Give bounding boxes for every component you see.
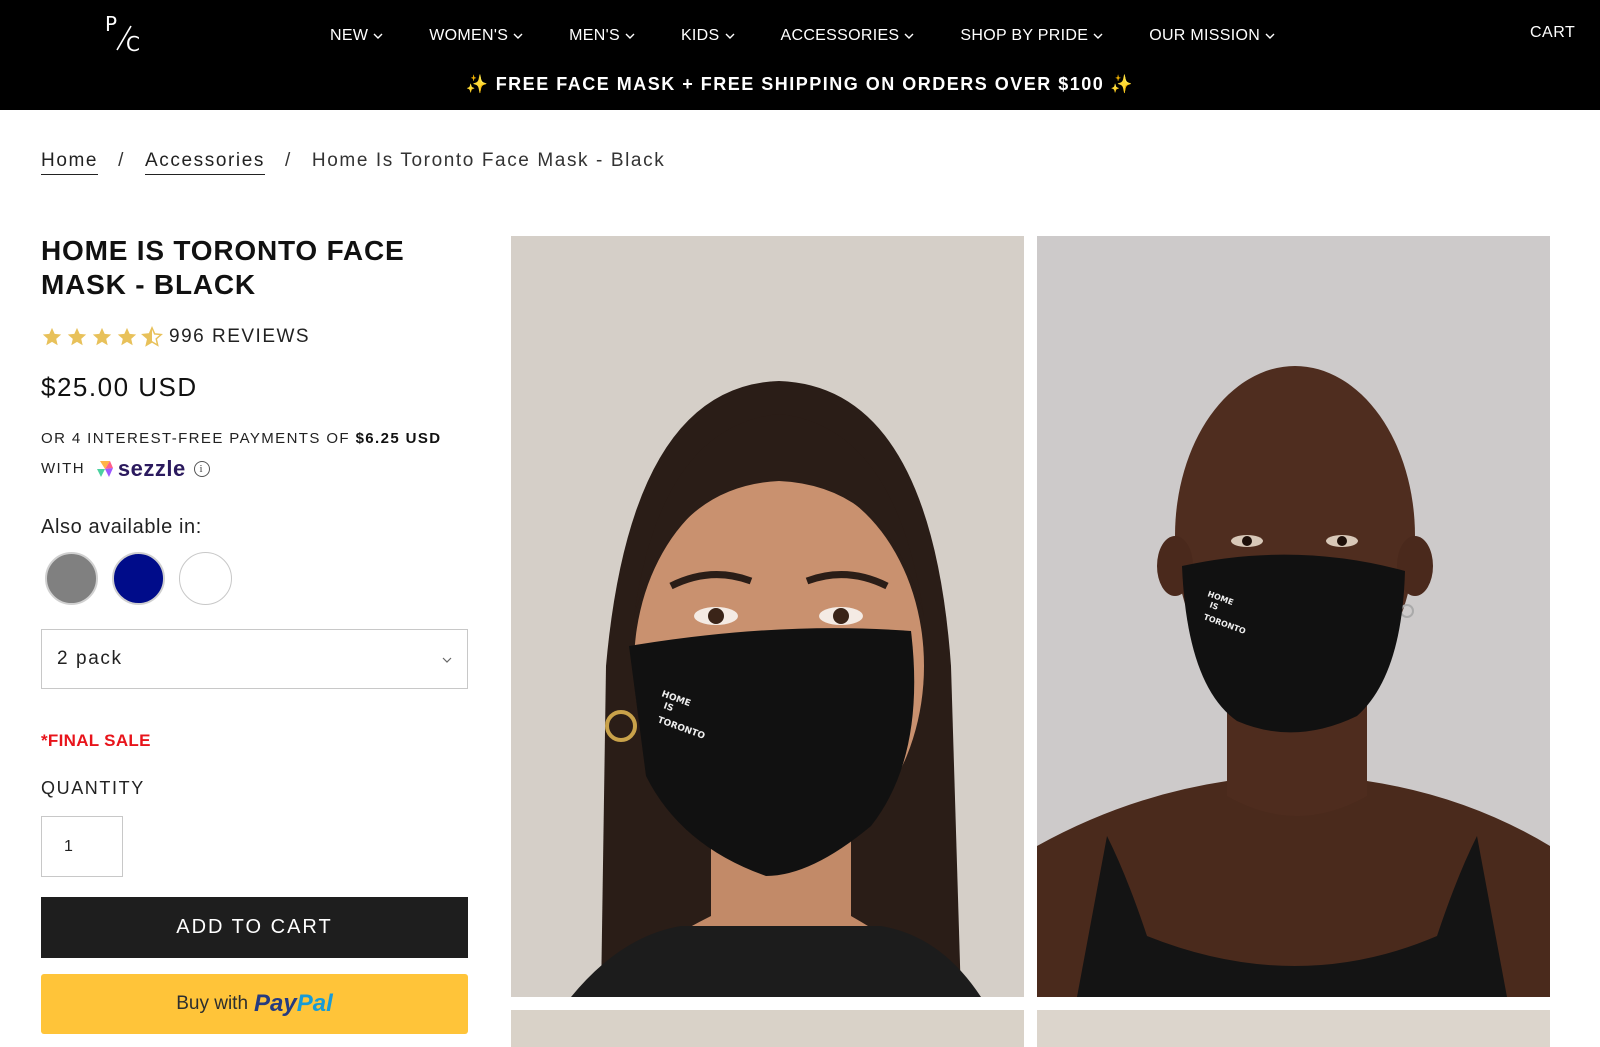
cart-link[interactable]: CART [1530,24,1575,42]
sparkle-icon: ✨ [465,74,490,94]
installment-amount: $6.25 USD [355,430,442,447]
installments-info: OR 4 INTEREST-FREE PAYMENTS OF $6.25 USD… [41,424,471,484]
chevron-down-icon [625,33,635,39]
nav-item-mens[interactable]: MEN'S [569,25,636,47]
product-photo-man[interactable]: HOME IS TORONTO [1037,236,1550,997]
man-wearing-mask-image: HOME IS TORONTO [1037,236,1550,997]
chevron-down-icon [904,33,914,39]
promo-banner: ✨ FREE FACE MASK + FREE SHIPPING ON ORDER… [0,74,1600,95]
chevron-down-icon [1265,33,1275,39]
nav-item-label: NEW [330,27,369,44]
pack-size-select[interactable]: 2 pack [41,629,468,689]
promo-text: FREE FACE MASK + FREE SHIPPING ON ORDERS… [495,74,1105,94]
nav-item-accessories[interactable]: ACCESSORIES [781,25,916,47]
nav-item-new[interactable]: NEW [330,25,384,47]
sezzle-mark-icon [96,461,113,477]
installments-prefix: OR 4 INTEREST-FREE PAYMENTS OF [41,430,350,447]
product-photo-3[interactable] [511,1010,1024,1047]
installments-line: OR 4 INTEREST-FREE PAYMENTS OF $6.25 USD [41,424,471,454]
pack-size-value: 2 pack [57,648,123,669]
chevron-down-icon [1093,33,1103,39]
swatch-white[interactable] [179,552,232,605]
swatch-grey[interactable] [45,552,98,605]
breadcrumb-separator: / [285,150,292,171]
breadcrumb-accessories[interactable]: Accessories [144,150,266,175]
product-photo-4[interactable] [1037,1010,1550,1047]
breadcrumb-home[interactable]: Home [41,150,99,175]
main-nav: NEW WOMEN'S MEN'S KIDS ACCESSORIES SHOP … [330,25,1276,47]
info-icon[interactable]: i [193,461,210,477]
rating-stars [41,326,163,348]
paypal-logo-pay: Pay [254,990,297,1017]
product-rating[interactable]: 996 REVIEWS [41,326,310,348]
logo-letter-bottom: C [126,32,140,56]
chevron-down-icon [442,657,452,663]
nav-item-label: OUR MISSION [1149,27,1261,44]
breadcrumb-current: Home Is Toronto Face Mask - Black [311,150,666,171]
sezzle-row: WITH sezzle i [41,454,471,484]
installments-with: WITH [41,460,85,477]
chevron-down-icon [513,33,523,39]
breadcrumb-separator: / [118,150,125,171]
product-photo-woman[interactable]: HOME IS TORONTO [511,236,1024,997]
star-icon [67,327,87,346]
nav-item-label: MEN'S [569,27,620,44]
paypal-logo-pal: Pal [296,990,333,1017]
quantity-input[interactable]: 1 [41,816,123,877]
star-icon [42,327,62,346]
nav-item-kids[interactable]: KIDS [681,25,736,47]
paypal-buy-label: Buy with [176,993,249,1014]
brand-logo[interactable]: P C [103,12,143,56]
nav-item-label: WOMEN'S [429,27,509,44]
nav-item-our-mission[interactable]: OUR MISSION [1149,25,1276,47]
sparkle-icon: ✨ [1110,74,1135,94]
star-icon [117,327,137,346]
star-icon [92,327,112,346]
add-to-cart-button[interactable]: ADD TO CART [41,897,468,958]
also-available-label: Also available in: [41,516,202,538]
quantity-label: QUANTITY [41,778,145,798]
color-swatches [45,552,232,605]
star-half-icon [141,326,163,347]
nav-item-shop-by-pride[interactable]: SHOP BY PRIDE [960,25,1104,47]
product-title: HOME IS TORONTO FACE MASK - BLACK [41,235,405,300]
chevron-down-icon [725,33,734,39]
paypal-button[interactable]: Buy with Pay Pal [41,974,468,1034]
sezzle-logo[interactable]: sezzle [95,454,186,484]
product-price: $25.00 USD [41,372,198,402]
swatch-navy[interactable] [112,552,165,605]
final-sale-notice: *FINAL SALE [41,731,151,750]
breadcrumb: Home / Accessories / Home Is Toronto Fac… [41,150,665,175]
woman-wearing-mask-image: HOME IS TORONTO [511,236,1024,997]
nav-item-womens[interactable]: WOMEN'S [429,25,524,47]
nav-item-label: ACCESSORIES [780,27,900,44]
reviews-count[interactable]: 996 REVIEWS [169,326,310,348]
nav-item-label: KIDS [680,27,720,44]
site-header: P C NEW WOMEN'S MEN'S KIDS ACCESSORIES S… [0,0,1600,110]
nav-item-label: SHOP BY PRIDE [960,27,1089,44]
chevron-down-icon [373,33,383,39]
sezzle-wordmark: sezzle [117,456,186,481]
